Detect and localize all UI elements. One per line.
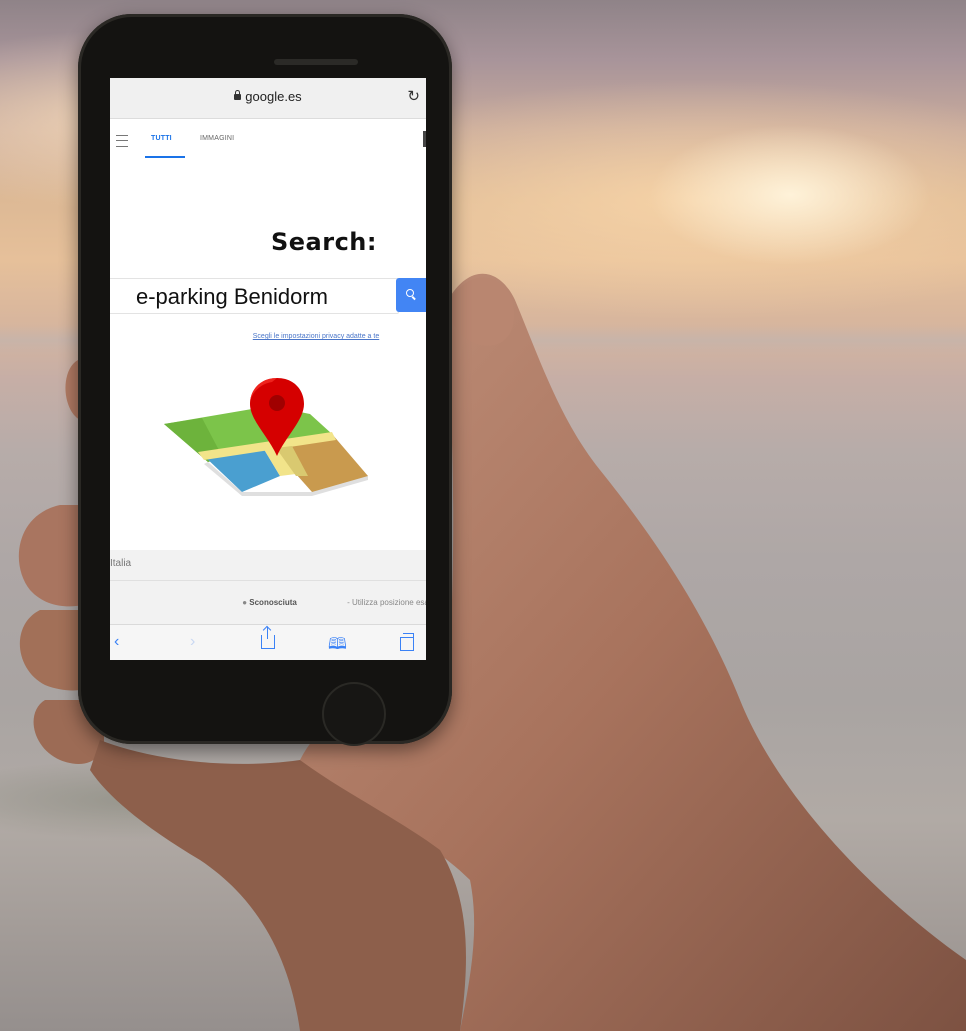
bookmarks-icon[interactable]: 🕮 [328, 633, 347, 660]
forward-icon[interactable]: › [190, 633, 195, 651]
search-nav: TUTTI IMMAGINI [110, 126, 426, 160]
tab-immagini[interactable]: IMMAGINI [200, 135, 234, 142]
search-query: e-parking Benidorm [136, 284, 328, 309]
active-tab-indicator [145, 156, 185, 158]
location-status-line: ● Sconosciuta - Utilizza posizione esatt… [242, 598, 426, 607]
footer-country: Italia [110, 558, 132, 569]
tabs-icon[interactable] [400, 633, 414, 651]
browser-toolbar: ‹ › 🕮 [110, 624, 426, 660]
nav-edge [423, 131, 426, 147]
footer-divider [110, 580, 426, 581]
search-icon [406, 289, 414, 297]
search-input[interactable]: e-parking Benidorm [110, 278, 399, 314]
address-domain: google.es [245, 89, 302, 104]
reload-icon[interactable]: ↻ [407, 87, 420, 105]
phone-screen: google.es ↻ TUTTI IMMAGINI Search: e-par… [110, 78, 426, 660]
search-heading: Search: [270, 228, 377, 256]
lock-icon [234, 90, 242, 100]
hamburger-menu-icon[interactable] [116, 135, 128, 147]
address-bar[interactable]: google.es ↻ [110, 78, 426, 119]
privacy-settings-link[interactable]: Scegli le impostazioni privacy adatte a … [253, 333, 379, 340]
back-icon[interactable]: ‹ [114, 633, 119, 651]
home-button [322, 682, 386, 746]
map-with-location-pin-icon [164, 378, 368, 496]
phone-speaker [274, 59, 358, 65]
share-icon[interactable] [261, 627, 275, 649]
use-precise-location-link[interactable]: - Utilizza posizione esatta [345, 598, 426, 607]
search-button[interactable] [396, 278, 426, 312]
tab-tutti[interactable]: TUTTI [151, 135, 172, 142]
location-status: Sconosciuta [249, 598, 297, 607]
